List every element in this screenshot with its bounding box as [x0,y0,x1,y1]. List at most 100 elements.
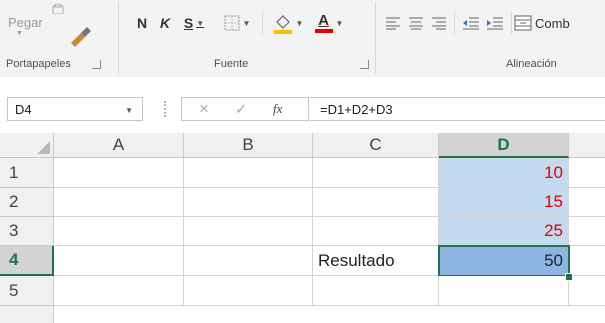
cell-b1[interactable] [184,158,313,188]
column-label: B [242,135,254,154]
cell-d4-active[interactable]: 50 [438,245,570,277]
cell-d1[interactable]: 10 [439,158,569,188]
merge-cells-icon [514,15,532,31]
cell-d3[interactable]: 25 [439,217,569,246]
cell-a1[interactable] [54,158,184,188]
paste-dropdown-icon: ▼ [16,30,23,37]
row-header-6-partial[interactable] [0,306,54,323]
align-center-button[interactable] [406,9,426,37]
cell-c1[interactable] [313,158,439,188]
column-label: D [497,134,510,154]
row-label: 2 [9,192,19,211]
row-header-5[interactable]: 5 [0,276,54,306]
cell-value: 15 [544,192,563,211]
cell-a3[interactable] [54,217,184,246]
cell-e1[interactable] [569,158,605,188]
worksheet-grid: A B C D 1 2 3 4 5 10 15 25 Resultado 50 [0,133,605,323]
merge-label: Comb [535,15,570,31]
cell-a2[interactable] [54,188,184,217]
divider [511,12,512,34]
column-label: A [112,135,125,154]
cell-a4[interactable] [54,246,184,276]
fill-handle[interactable] [565,273,573,281]
name-box-value: D4 [15,101,32,117]
select-all-corner[interactable] [0,133,54,158]
bold-label: N [136,15,148,31]
cell-c3[interactable] [313,217,439,246]
name-box-dropdown-icon[interactable]: ▼ [125,106,133,115]
italic-button[interactable]: K [155,9,175,37]
column-header-c[interactable]: C [313,133,439,158]
cell-value: 10 [544,162,563,182]
align-center-icon [409,17,423,30]
ribbon: Pegar ▼ Portapapeles N K S ▼ ▼ ▼ A ▼ Fue… [0,0,605,78]
group-separator [375,2,376,74]
formula-text: =D1+D2+D3 [320,101,393,117]
row-label: 1 [9,162,19,182]
cell-d5[interactable] [439,276,569,306]
cell-b4[interactable] [184,246,313,276]
row-header-1[interactable]: 1 [0,158,54,188]
cell-a5[interactable] [54,276,184,306]
name-box[interactable]: D4 ▼ [7,97,143,121]
column-header-e-partial[interactable] [569,133,605,158]
cell-e5[interactable] [569,276,605,306]
row-header-4[interactable]: 4 [0,246,54,276]
font-color-button[interactable]: A ▼ [310,9,348,37]
format-painter-icon[interactable] [67,27,93,49]
cell-e2[interactable] [569,188,605,217]
column-header-d[interactable]: D [439,133,569,158]
cancel-icon[interactable]: × [199,99,209,119]
merge-center-button[interactable]: Comb [514,9,605,37]
align-left-button[interactable] [383,9,403,37]
column-label: C [369,135,382,154]
borders-button[interactable]: ▼ [218,9,256,37]
group-separator [118,2,119,74]
formula-bar: D4 ▼ × ✓ fx =D1+D2+D3 [0,77,605,133]
row-header-2[interactable]: 2 [0,188,54,217]
cell-e3[interactable] [569,217,605,246]
row-header-3[interactable]: 3 [0,217,54,246]
cell-b3[interactable] [184,217,313,246]
insert-function-icon[interactable]: fx [273,101,282,117]
clipboard-icon [52,4,64,14]
decrease-indent-button[interactable] [460,9,482,37]
cell-c2[interactable] [313,188,439,217]
increase-indent-button[interactable] [484,9,506,37]
borders-dropdown-icon: ▼ [242,18,251,28]
cell-c4[interactable]: Resultado [313,246,439,276]
font-launcher-icon[interactable] [360,60,369,69]
enter-icon[interactable]: ✓ [235,100,248,118]
paste-label: Pegar [8,15,43,30]
cell-b5[interactable] [184,276,313,306]
fill-bucket-icon [273,15,292,34]
row-label: 5 [9,280,19,300]
underline-dropdown-icon: ▼ [196,18,205,28]
row-label: 4 [9,250,19,269]
cell-value: 50 [544,251,563,270]
align-right-button[interactable] [429,9,449,37]
formula-buttons: × ✓ fx [181,97,309,121]
cell-b2[interactable] [184,188,313,217]
group-label-alignment: Alineación [506,58,557,70]
font-color-swatch [314,29,333,33]
cell-d2[interactable]: 15 [439,188,569,217]
decrease-indent-icon [463,17,479,30]
row-label: 3 [9,221,19,240]
group-label-clipboard: Portapapeles [6,58,71,70]
column-header-a[interactable]: A [54,133,184,158]
cell-value: Resultado [318,250,395,270]
formula-bar-resize-handle[interactable] [164,101,168,117]
italic-label: K [159,15,171,31]
column-header-b[interactable]: B [184,133,313,158]
font-color-letter: A [318,12,329,29]
cell-c5[interactable] [313,276,439,306]
underline-button[interactable]: S ▼ [178,9,210,37]
formula-input[interactable]: =D1+D2+D3 [310,97,605,121]
font-color-dropdown-icon: ▼ [335,18,344,28]
clipboard-launcher-icon[interactable] [92,60,101,69]
align-left-icon [386,17,400,30]
cell-e4[interactable] [570,246,605,276]
bold-button[interactable]: N [132,9,152,37]
fill-color-button[interactable]: ▼ [268,9,308,37]
